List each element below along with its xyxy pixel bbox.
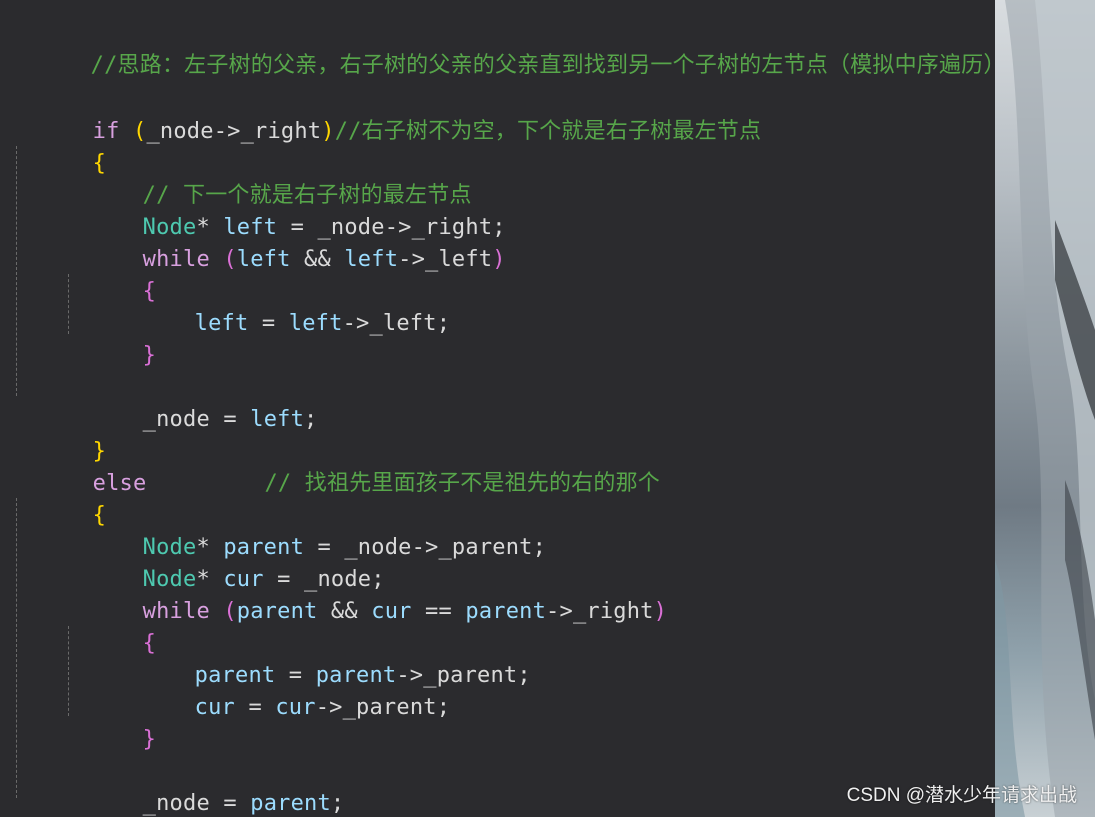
variable: parent xyxy=(236,599,318,624)
operator-arrow: -> xyxy=(315,695,343,720)
code-line-25[interactable]: } xyxy=(12,786,106,817)
member: _parent xyxy=(438,535,533,560)
operator-assign: = xyxy=(209,791,251,816)
semicolon: ; xyxy=(517,663,531,688)
operator-arrow: -> xyxy=(342,311,370,336)
identifier: _node xyxy=(146,119,214,144)
code-line-22[interactable]: } xyxy=(62,692,156,752)
semicolon: ; xyxy=(436,311,451,336)
semicolon: ; xyxy=(436,695,451,720)
semicolon: ; xyxy=(532,535,547,560)
paren-open: ( xyxy=(209,247,237,272)
paren-open: ( xyxy=(209,599,237,624)
operator-arrow: -> xyxy=(398,247,426,272)
operator-assign: = xyxy=(235,695,276,720)
code-line-6[interactable]: Node* left = _node->_right; xyxy=(62,180,506,240)
code-line-10[interactable]: } xyxy=(62,308,156,368)
code-line-16[interactable]: Node* parent = _node->_parent; xyxy=(62,500,546,560)
identifier: _node xyxy=(142,407,210,432)
code-editor[interactable]: //思路：左子树的父亲，右子树的父亲的父亲直到找到另一个子树的左节点（模拟中序遍… xyxy=(0,0,995,817)
code-line-21[interactable]: cur = cur->_parent; xyxy=(114,660,450,720)
operator-assign: = xyxy=(248,311,289,336)
variable: cur xyxy=(194,695,236,720)
watermark: CSDN @潜水少年请求出战 xyxy=(846,785,1077,806)
variable: cur xyxy=(371,599,412,624)
operator-arrow: -> xyxy=(411,535,439,560)
comment: // 找祖先里面孩子不是祖先的右的那个 xyxy=(264,471,660,496)
code-line-13[interactable]: } xyxy=(12,404,106,464)
variable: left xyxy=(250,407,305,432)
code-line-18[interactable]: while (parent && cur == parent->_right) xyxy=(62,564,667,624)
brace-close: } xyxy=(142,343,157,368)
variable: left xyxy=(236,247,291,272)
code-line-7[interactable]: while (left && left->_left) xyxy=(62,212,506,272)
code-line-14[interactable]: else// 找祖先里面孩子不是祖先的右的那个 xyxy=(12,436,660,496)
operator-assign: = xyxy=(209,407,251,432)
member: _parent xyxy=(342,695,437,720)
code-line-19[interactable]: { xyxy=(62,596,156,656)
code-line-8[interactable]: { xyxy=(62,244,156,304)
member: _left xyxy=(425,247,493,272)
paren-close: ) xyxy=(492,247,506,272)
identifier: _node xyxy=(142,791,210,816)
code-line-20[interactable]: parent = parent->_parent; xyxy=(114,628,531,688)
code-line-9[interactable]: left = left->_left; xyxy=(114,276,450,336)
member: _left xyxy=(369,311,437,336)
variable: parent xyxy=(250,791,331,816)
paren-close: ) xyxy=(653,599,668,624)
paren-open: ( xyxy=(119,119,147,144)
variable: cur xyxy=(275,695,316,720)
variable: left xyxy=(288,311,343,336)
comment: //思路：左子树的父亲，右子树的父亲的父亲直到找到另一个子树的左节点（模拟中序遍… xyxy=(90,53,995,78)
variable: parent xyxy=(465,599,547,624)
member: _right xyxy=(572,599,654,624)
screenshot: //思路：左子树的父亲，右子树的父亲的父亲直到找到另一个子树的左节点（模拟中序遍… xyxy=(0,0,1095,817)
code-line-1[interactable]: //思路：左子树的父亲，右子树的父亲的父亲直到找到另一个子树的左节点（模拟中序遍… xyxy=(10,18,995,78)
hair-artwork-icon xyxy=(995,0,1095,817)
code-line-12[interactable]: _node = left; xyxy=(62,372,318,432)
semicolon: ; xyxy=(330,791,345,816)
member: _right xyxy=(240,119,322,144)
brace-close: } xyxy=(142,727,157,752)
variable: left xyxy=(194,311,249,336)
operator-and: && xyxy=(317,599,372,624)
operator-arrow: -> xyxy=(213,119,241,144)
operator-and: && xyxy=(290,247,345,272)
code-line-3[interactable]: if (_node->_right)//右子树不为空，下个就是右子树最左节点 xyxy=(12,84,761,144)
operator-equals: == xyxy=(411,599,466,624)
variable: left xyxy=(344,247,399,272)
paren-close: ) xyxy=(321,119,335,144)
code-line-24[interactable]: _node = parent; xyxy=(62,756,344,816)
background-artwork xyxy=(995,0,1095,817)
comment: //右子树不为空，下个就是右子树最左节点 xyxy=(334,119,762,144)
operator-arrow: -> xyxy=(546,599,573,624)
semicolon: ; xyxy=(304,407,318,432)
code-line-15[interactable]: { xyxy=(12,468,106,528)
code-line-17[interactable]: Node* cur = _node; xyxy=(62,532,385,592)
code-line-5[interactable]: // 下一个就是右子树的最左节点 xyxy=(62,148,472,208)
code-line-4[interactable]: { xyxy=(12,116,106,176)
